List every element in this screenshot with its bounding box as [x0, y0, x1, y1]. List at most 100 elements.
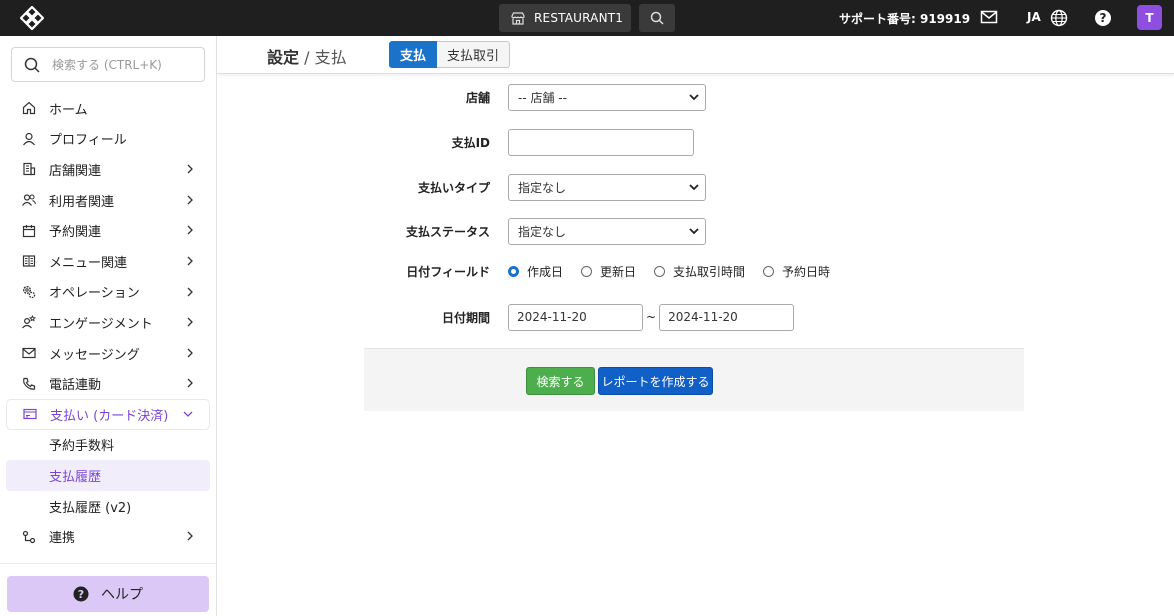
date-range-row: 日付期間 2024-11-20 ~ 2024-11-20	[364, 303, 1024, 331]
radio-button-checked[interactable]	[508, 265, 519, 277]
page-title-sub: 支払	[314, 48, 347, 67]
chevron-right-icon	[187, 225, 193, 235]
users-icon	[22, 193, 36, 207]
radio-reservation-datetime[interactable]: 予約日時	[763, 263, 830, 280]
chevron-down-icon	[183, 411, 193, 417]
date-field-row: 日付フィールド 作成日 更新日 支払取引時間 予約日時	[364, 257, 1024, 285]
sidebar-item-store[interactable]: 店舗関連	[6, 154, 210, 185]
search-icon	[24, 57, 40, 73]
sidebar-item-label: 店舗関連	[49, 163, 102, 179]
page-title-main: 設定	[267, 48, 300, 67]
sidebar-item-label: ホーム	[49, 102, 88, 118]
book-icon	[22, 254, 36, 268]
chevron-down-icon	[689, 93, 699, 100]
chevron-right-icon	[187, 287, 193, 297]
payment-status-select[interactable]: 指定なし	[508, 217, 706, 245]
chevron-right-icon	[187, 256, 193, 266]
store-row: 店舗 -- 店舗 --	[364, 83, 1024, 111]
sidebar-item-label: 電話連動	[49, 378, 102, 394]
building-icon	[22, 162, 36, 176]
sidebar-nav: ホーム プロフィール 店舗関連 利用者関連 予約関連 メニュー関連 オペレーショ…	[6, 93, 210, 552]
sidebar-item-profile[interactable]: プロフィール	[6, 124, 210, 155]
sidebar-item-payments[interactable]: 支払い (カード決済)	[6, 398, 210, 430]
date-range-label: 日付期間	[441, 310, 490, 325]
sidebar-subitem-reservation-fee[interactable]: 予約手数料	[6, 430, 210, 461]
logo-icon[interactable]	[20, 6, 44, 30]
radio-label: 作成日	[527, 264, 564, 279]
sidebar-item-phone[interactable]: 電話連動	[6, 368, 210, 399]
radio-label: 更新日	[600, 264, 637, 279]
create-report-button[interactable]: レポートを作成する	[598, 367, 713, 395]
sidebar-item-label: メッセージング	[49, 347, 140, 363]
store-name: RESTAURANT1	[534, 11, 624, 25]
page-header: 設定 / 支払 支払 支払取引	[217, 36, 1174, 74]
mail-icon[interactable]	[980, 9, 998, 25]
chevron-down-icon	[689, 227, 699, 234]
chevron-down-icon	[689, 183, 699, 190]
payment-icon	[23, 407, 37, 421]
tab-payment-transactions[interactable]: 支払取引	[437, 41, 511, 68]
date-from-input[interactable]: 2024-11-20	[508, 303, 643, 331]
sidebar-item-integrations[interactable]: 連携	[6, 521, 210, 552]
payment-type-select[interactable]: 指定なし	[508, 173, 706, 201]
sidebar-item-label: 連携	[49, 531, 76, 547]
home-icon	[22, 101, 36, 115]
phone-icon	[22, 377, 36, 391]
sidebar-search-placeholder: 検索する (CTRL+K)	[52, 58, 162, 72]
language-label[interactable]: JA	[1027, 10, 1041, 24]
store-select[interactable]: -- 店舗 --	[508, 83, 706, 111]
chevron-right-icon	[187, 348, 193, 358]
help-icon[interactable]: ?	[1094, 9, 1112, 27]
store-select-value: -- 店舗 --	[518, 90, 567, 105]
store-label: 店舗	[465, 90, 490, 105]
radio-button[interactable]	[654, 265, 666, 277]
date-field-label: 日付フィールド	[406, 264, 490, 279]
payment-type-value: 指定なし	[518, 180, 567, 195]
search-button[interactable]: 検索する	[526, 367, 595, 395]
sidebar-item-users[interactable]: 利用者関連	[6, 185, 210, 216]
help-button[interactable]: ? ヘルプ	[7, 576, 209, 612]
sidebar-subitem-payment-history[interactable]: 支払履歴	[6, 460, 210, 491]
payment-type-label: 支払いタイプ	[417, 180, 490, 195]
gears-icon	[22, 285, 36, 299]
sidebar-subitem-payment-history-v2[interactable]: 支払履歴 (v2)	[6, 491, 210, 522]
sidebar-item-reservations[interactable]: 予約関連	[6, 215, 210, 246]
chevron-right-icon	[187, 378, 193, 388]
payment-id-input[interactable]	[508, 128, 694, 156]
sidebar-item-home[interactable]: ホーム	[6, 93, 210, 124]
link-icon	[22, 530, 36, 544]
radio-button[interactable]	[581, 265, 593, 277]
user-avatar[interactable]: T	[1137, 5, 1162, 30]
radio-created-date[interactable]: 作成日	[508, 263, 563, 280]
tab-payments[interactable]: 支払	[389, 41, 438, 68]
sidebar-item-messaging[interactable]: メッセージング	[6, 338, 210, 369]
globe-icon[interactable]	[1050, 9, 1068, 27]
support-number: サポート番号: 919919	[839, 12, 971, 26]
sidebar-item-label: オペレーション	[49, 286, 140, 302]
store-selector-button[interactable]: RESTAURANT1	[499, 4, 631, 32]
tab-group: 支払 支払取引	[389, 41, 511, 68]
svg-text:?: ?	[78, 588, 84, 601]
radio-button[interactable]	[763, 265, 775, 277]
sidebar-search-input[interactable]: 検索する (CTRL+K)	[11, 47, 205, 82]
sidebar-item-engagement[interactable]: エンゲージメント	[6, 307, 210, 338]
help-button-label: ヘルプ	[101, 587, 143, 603]
radio-transaction-time[interactable]: 支払取引時間	[654, 263, 745, 280]
store-icon	[511, 11, 525, 25]
chevron-right-icon	[187, 164, 193, 174]
help-icon: ?	[73, 586, 89, 602]
payment-type-row: 支払いタイプ 指定なし	[364, 173, 1024, 201]
calendar-icon	[22, 224, 36, 238]
date-to-input[interactable]: 2024-11-20	[659, 303, 795, 331]
date-field-radio-group: 作成日 更新日 支払取引時間 予約日時	[508, 263, 848, 280]
sidebar-item-operations[interactable]: オペレーション	[6, 277, 210, 308]
chevron-right-icon	[187, 195, 193, 205]
sidebar: 検索する (CTRL+K) ホーム プロフィール 店舗関連 利用者関連 予約関連	[0, 36, 217, 616]
sidebar-item-label: エンゲージメント	[49, 316, 153, 332]
top-bar: RESTAURANT1 サポート番号: 919919 JA ? T	[0, 0, 1174, 36]
sidebar-item-menu[interactable]: メニュー関連	[6, 246, 210, 277]
radio-updated-date[interactable]: 更新日	[581, 263, 636, 280]
user-icon	[22, 132, 36, 146]
mail-icon	[22, 346, 36, 360]
global-search-button[interactable]	[639, 4, 675, 32]
